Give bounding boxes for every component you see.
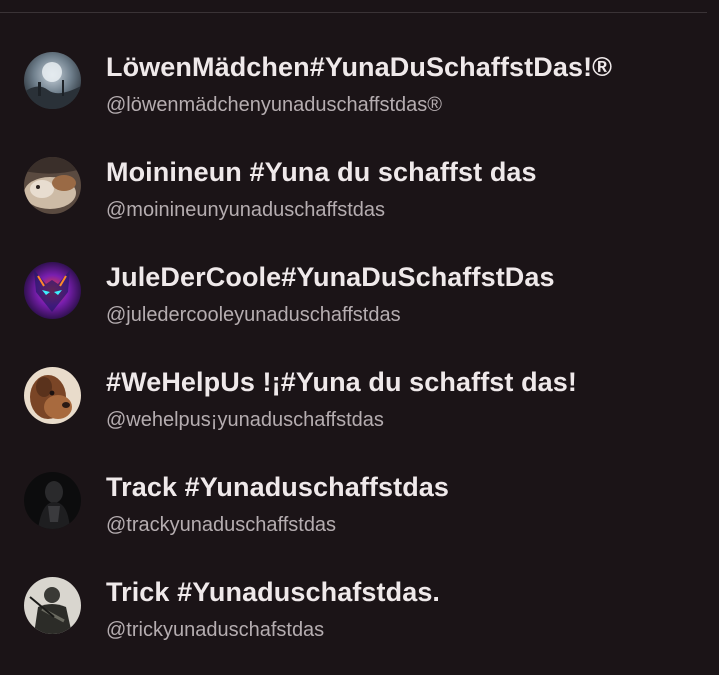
user-handle: @trickyunaduschafstdas	[106, 619, 325, 641]
user-handle: @moinineunyunaduschaffstdas	[106, 199, 386, 221]
user-handle: @trackyunaduschaffstdas	[106, 514, 337, 536]
user-handle: @juledercooleyunaduschaffstdas	[106, 304, 401, 326]
user-row[interactable]: Moinineun #Yuna du schaffst das @moinine…	[0, 157, 719, 262]
user-handle: @löwenmädchenyunaduschaffstdas®	[106, 94, 442, 116]
top-divider	[0, 12, 707, 13]
user-search-results: LöwenMädchen#YunaDuSchaffstDas!® @löwenm…	[0, 0, 719, 675]
dog-avatar[interactable]	[24, 367, 81, 424]
display-name[interactable]: Track #Yunaduschaffstdas	[106, 472, 449, 503]
display-name[interactable]: Moinineun #Yuna du schaffst das	[106, 157, 537, 188]
user-row[interactable]: Trick #Yunaduschafstdas. @trickyunadusch…	[0, 577, 719, 675]
cat-avatar[interactable]	[24, 157, 81, 214]
display-name[interactable]: #WeHelpUs !¡#Yuna du schaffst das!	[106, 367, 577, 398]
user-row[interactable]: #WeHelpUs !¡#Yuna du schaffst das! @wehe…	[0, 367, 719, 472]
user-row[interactable]: LöwenMädchen#YunaDuSchaffstDas!® @löwenm…	[0, 52, 719, 157]
display-name[interactable]: LöwenMädchen#YunaDuSchaffstDas!®	[106, 52, 612, 83]
display-name[interactable]: JuleDerCoole#YunaDuSchaffstDas	[106, 262, 555, 293]
neon-wolf-avatar[interactable]	[24, 262, 81, 319]
display-name[interactable]: Trick #Yunaduschafstdas.	[106, 577, 440, 608]
user-handle: @wehelpus¡yunaduschaffstdas	[106, 409, 384, 431]
armored-figure-avatar[interactable]	[24, 577, 81, 634]
user-row[interactable]: Track #Yunaduschaffstdas @trackyunadusch…	[0, 472, 719, 577]
dark-figure-avatar[interactable]	[24, 472, 81, 529]
user-row[interactable]: JuleDerCoole#YunaDuSchaffstDas @julederc…	[0, 262, 719, 367]
moon-landscape-avatar[interactable]	[24, 52, 81, 109]
